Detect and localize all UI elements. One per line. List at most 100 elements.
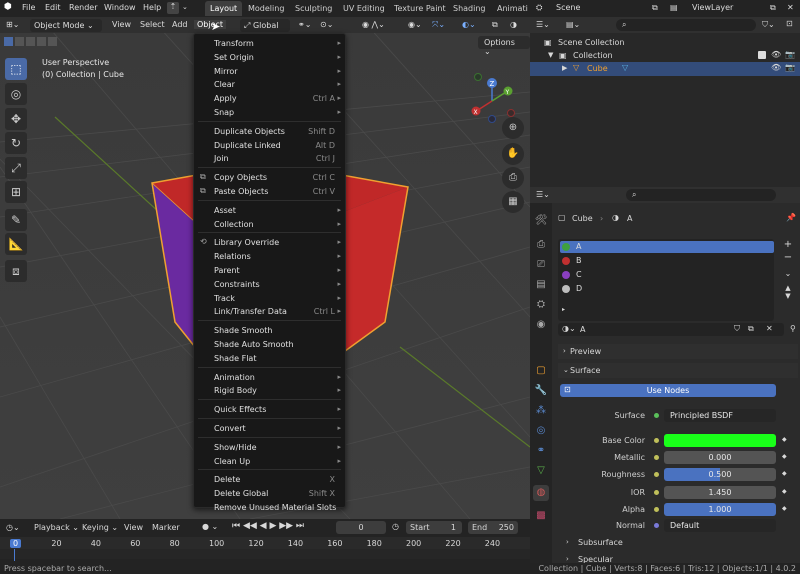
world-tab-icon[interactable]: ◉ (533, 317, 549, 333)
timeline-editor-icon[interactable]: ◷⌄ (6, 523, 20, 532)
property-field[interactable]: 1.000 (664, 503, 776, 516)
menu-item[interactable]: Apply Ctrl A ▸ (194, 92, 345, 105)
pin-icon[interactable]: 📌 (786, 213, 796, 222)
timeline-menu-marker[interactable]: Marker (152, 523, 180, 532)
timeline-ruler[interactable]: 0 20 40 60 80 100 120 140 160 180 200 220 240 (0, 537, 530, 549)
copy-icon[interactable]: ⧉ (652, 3, 658, 13)
timeline-track[interactable] (0, 549, 530, 559)
cursor-icon[interactable]: ◎ (5, 83, 27, 105)
expand-icon[interactable]: ▸ (562, 306, 565, 313)
socket-icon[interactable] (654, 472, 659, 477)
menu-item[interactable]: ⟲ Library Override ▸ (194, 236, 345, 249)
annotate-icon[interactable]: ✎ (5, 209, 27, 231)
menu-item[interactable]: Delete Global Shift X (194, 487, 345, 500)
outliner-row-collection[interactable]: ▼ ▣ Collection 👁 📷 (530, 50, 800, 62)
mode-dropdown[interactable]: Object Mode ⌄ (30, 19, 102, 32)
move-up-icon[interactable]: ▲ (780, 284, 796, 292)
add-slot-icon[interactable]: + (780, 239, 796, 250)
menu-select[interactable]: Select (140, 20, 165, 29)
material-slot[interactable]: D (560, 283, 774, 295)
filter-icon[interactable]: ⛉⌄ (762, 20, 775, 30)
end-frame-field[interactable]: End 250 (468, 521, 518, 534)
menu-item[interactable]: Join Ctrl J (194, 152, 345, 165)
close-icon[interactable]: ✕ (766, 324, 773, 333)
particles-tab-icon[interactable]: ⁂ (533, 403, 549, 419)
physics-tab-icon[interactable]: ◎ (533, 423, 549, 439)
material-datablock-field[interactable]: ◑⌄ A ⛉ ⧉ ✕ (558, 323, 784, 336)
grid-view-icon[interactable]: ▦ (502, 191, 524, 213)
menu-item[interactable]: Delete X (194, 473, 345, 486)
output-tab-icon[interactable]: ⎚ (533, 257, 549, 273)
select-box-icon[interactable]: ⬚ (5, 58, 27, 80)
specular-panel-header[interactable]: › Specular (558, 553, 798, 563)
menu-item[interactable]: ⧉ Copy Objects Ctrl C (194, 171, 345, 184)
menu-item[interactable]: Show/Hide ▸ (194, 441, 345, 454)
playback-controls-icon[interactable]: ⏮ ◀◀ ◀ ▶ ▶▶ ⏭ (232, 521, 304, 531)
camera-icon[interactable]: ⎙ (502, 167, 524, 189)
chevron-down-icon[interactable]: ⌄ (182, 3, 188, 11)
keyframe-icon[interactable]: ◆ (782, 436, 787, 443)
preview-panel-header[interactable]: › Preview (558, 344, 798, 359)
eye-icon[interactable]: 👁 (771, 63, 781, 72)
properties-search-input[interactable]: ⌕ (626, 189, 776, 201)
menu-item[interactable]: Convert ▸ (194, 422, 345, 435)
menu-item[interactable]: Relations ▸ (194, 250, 345, 263)
clock-icon[interactable]: ◷ (392, 522, 399, 531)
subsurface-panel-header[interactable]: › Subsurface (558, 536, 798, 550)
menu-item[interactable]: ⧉ Paste Objects Ctrl V (194, 185, 345, 198)
socket-icon[interactable] (654, 507, 659, 512)
properties-editor-icon[interactable]: ☰⌄ (536, 190, 550, 199)
menu-item[interactable]: Rigid Body ▸ (194, 384, 345, 397)
menu-item[interactable]: Snap ▸ (194, 106, 345, 119)
property-field[interactable]: 0.000 (664, 451, 776, 464)
expand-icon[interactable]: ▶ (562, 64, 567, 72)
socket-icon[interactable] (654, 523, 659, 528)
link-icon[interactable]: ⚲ (790, 324, 796, 333)
copy-icon[interactable]: ⧉ (770, 3, 776, 13)
menu-help[interactable]: Help (143, 3, 161, 12)
material-tab-icon[interactable]: ◍ (533, 485, 549, 501)
current-frame-field[interactable]: 0 (336, 521, 386, 534)
view-layer-name[interactable]: ViewLayer (692, 3, 733, 12)
shield-icon[interactable]: ⛉ (734, 324, 740, 334)
blender-logo-icon[interactable]: ⬢ (4, 2, 12, 12)
menu-item[interactable]: Clear ▸ (194, 78, 345, 91)
keyframe-icon[interactable]: ◆ (782, 453, 787, 460)
transform-orientation-dropdown[interactable]: ⤢ Global ⌄ (240, 19, 290, 40)
menu-item[interactable]: Duplicate Objects Shift D (194, 125, 345, 138)
menu-item[interactable]: Shade Flat (194, 352, 345, 365)
measure-icon[interactable]: 📐 (5, 233, 27, 255)
timeline-menu-playback[interactable]: Playback ⌄ (34, 523, 79, 532)
workspace-tab[interactable]: Texture Paint (389, 1, 451, 16)
material-slot[interactable]: C (560, 269, 774, 281)
texture-tab-icon[interactable]: ▩ (533, 508, 549, 524)
remove-slot-icon[interactable]: − (780, 252, 796, 263)
menu-item[interactable]: Set Origin ▸ (194, 51, 345, 64)
menu-item[interactable]: Asset ▸ (194, 204, 345, 217)
object-tab-icon[interactable]: ▢ (533, 363, 549, 379)
workspace-tab[interactable]: Shading (448, 1, 491, 16)
material-slot[interactable]: A (560, 241, 774, 253)
close-icon[interactable]: ✕ (787, 3, 794, 12)
expand-icon[interactable]: ▼ (548, 51, 553, 59)
view-layer-tab-icon[interactable]: ▤ (533, 277, 549, 293)
workspace-switch-icon[interactable]: ⇡ (167, 2, 179, 14)
menu-edit[interactable]: Edit (45, 3, 61, 12)
menu-file[interactable]: File (22, 3, 35, 12)
options-button[interactable]: Options ⌄ (478, 36, 530, 56)
timeline-menu-keying[interactable]: Keying ⌄ (82, 523, 118, 532)
property-field[interactable]: Principled BSDF (664, 409, 776, 422)
copy-icon[interactable]: ⧉ (748, 324, 754, 334)
start-frame-field[interactable]: Start 1 (406, 521, 462, 534)
menu-item[interactable]: Track ▸ (194, 292, 345, 305)
property-field[interactable]: 0.500 (664, 468, 776, 481)
outliner-search-input[interactable]: ⌕ (616, 19, 756, 31)
socket-icon[interactable] (654, 438, 659, 443)
gizmo-icon[interactable]: ⤧⌄ (432, 20, 445, 30)
transform-icon[interactable]: ⊞ (5, 181, 27, 203)
scene-tab-icon[interactable]: ⛭ (533, 297, 549, 313)
menu-item[interactable]: Animation ▸ (194, 371, 345, 384)
keyframe-icon[interactable]: ◆ (782, 470, 787, 477)
checkbox-icon[interactable] (758, 51, 766, 59)
shading-solid-icon[interactable]: ◑ (510, 20, 517, 29)
